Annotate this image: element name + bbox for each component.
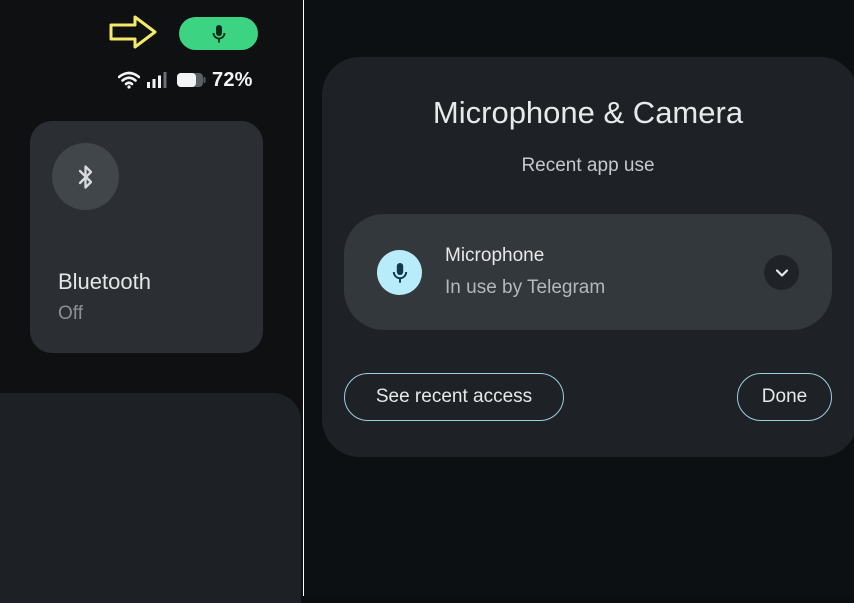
battery-icon — [177, 73, 206, 87]
privacy-dialog: Microphone & Camera Recent app use Micro… — [322, 57, 854, 457]
privacy-indicator-chip[interactable] — [179, 17, 258, 50]
microphone-in-use-text: In use by Telegram — [445, 277, 606, 298]
bluetooth-toggle[interactable] — [52, 143, 119, 210]
bluetooth-label: Bluetooth — [58, 269, 151, 294]
microphone-title: Microphone — [445, 245, 545, 266]
mic-icon — [212, 24, 225, 42]
bluetooth-tile[interactable]: Bluetooth Off — [30, 121, 263, 353]
done-button[interactable]: Done — [737, 373, 832, 421]
status-bar: 72% — [118, 66, 263, 94]
expand-button[interactable] — [764, 255, 799, 290]
signal-icon — [147, 72, 167, 88]
microphone-usage-item[interactable]: Microphone In use by Telegram — [344, 214, 832, 330]
dialog-title: Microphone & Camera — [432, 95, 744, 130]
see-recent-access-button[interactable]: See recent access — [344, 373, 564, 421]
arrow-right-icon — [109, 15, 157, 49]
privacy-dialog-pane: Microphone & Camera Recent app use Micro… — [304, 0, 854, 596]
battery-percentage: 72% — [212, 68, 253, 91]
wifi-icon — [118, 71, 140, 89]
quick-settings-panel: 72% Bluetooth Off — [0, 0, 303, 603]
chevron-down-icon — [775, 268, 788, 277]
bluetooth-icon — [78, 164, 92, 189]
mic-icon — [392, 262, 407, 283]
dialog-subtitle: Recent app use — [521, 155, 655, 176]
bluetooth-status: Off — [58, 303, 83, 324]
quick-settings-card — [0, 393, 301, 603]
mic-icon-badge — [377, 250, 422, 295]
